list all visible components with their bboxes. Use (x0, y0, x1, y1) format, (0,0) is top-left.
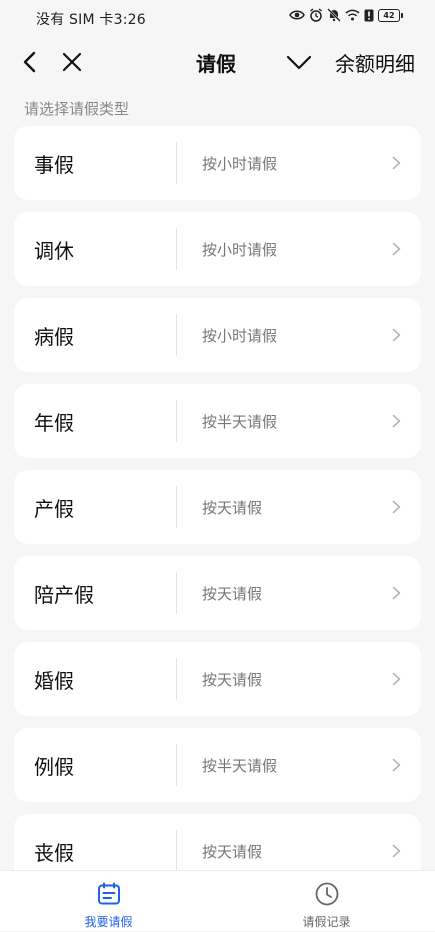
divider (176, 744, 177, 786)
chevron-right-icon (392, 758, 401, 772)
chevron-right-icon (392, 242, 401, 256)
leave-type-card[interactable]: 年假 按半天请假 (14, 384, 421, 458)
status-icons: 42 (289, 8, 403, 22)
chevron-right-icon (392, 844, 401, 858)
alarm-icon (310, 8, 322, 22)
leave-type-name: 年假 (34, 411, 74, 435)
tab-leave-records[interactable]: 请假记录 (218, 871, 435, 932)
chevron-right-icon (392, 500, 401, 514)
divider (176, 830, 177, 872)
leave-type-card[interactable]: 陪产假 按天请假 (14, 556, 421, 630)
tab-label: 我要请假 (84, 915, 133, 929)
divider (176, 658, 177, 700)
leave-mode: 按半天请假 (202, 413, 278, 431)
leave-type-name: 调休 (34, 239, 74, 263)
leave-mode: 按小时请假 (202, 155, 278, 173)
leave-mode: 按小时请假 (202, 327, 278, 345)
divider (176, 228, 177, 270)
leave-type-card[interactable]: 婚假 按天请假 (14, 642, 421, 716)
section-label: 请选择请假类型 (24, 100, 130, 118)
clock-icon (315, 882, 338, 906)
leave-type-name: 病假 (34, 325, 74, 349)
wifi-icon (345, 9, 360, 21)
leave-mode: 按天请假 (202, 499, 263, 517)
chevron-right-icon (392, 156, 401, 170)
leave-mode: 按小时请假 (202, 241, 278, 259)
battery-level: 42 (378, 8, 400, 22)
leave-mode: 按半天请假 (202, 757, 278, 775)
sim-alert-icon (364, 9, 374, 21)
close-icon[interactable] (60, 50, 84, 74)
chevron-right-icon (392, 414, 401, 428)
leave-mode: 按天请假 (202, 585, 263, 603)
tab-apply-leave[interactable]: 我要请假 (0, 871, 217, 932)
balance-detail-button[interactable]: 余额明细 (335, 48, 415, 77)
leave-type-card[interactable]: 病假 按小时请假 (14, 298, 421, 372)
nav-bar: 请假 余额明细 (0, 36, 435, 88)
carrier-time: 没有 SIM 卡3:26 (36, 12, 146, 28)
chevron-right-icon (392, 328, 401, 342)
leave-type-card[interactable]: 事假 按小时请假 (14, 126, 421, 200)
chevron-left-icon[interactable] (18, 50, 42, 74)
page-title: 请假 (196, 52, 236, 76)
leave-type-name: 产假 (34, 497, 74, 521)
leave-type-card[interactable]: 调休 按小时请假 (14, 212, 421, 286)
leave-type-card[interactable]: 产假 按天请假 (14, 470, 421, 544)
divider (176, 486, 177, 528)
leave-mode: 按天请假 (202, 671, 263, 689)
mute-icon (327, 8, 341, 22)
chevron-right-icon (392, 586, 401, 600)
divider (176, 572, 177, 614)
chevron-right-icon (392, 672, 401, 686)
calendar-form-icon (97, 882, 120, 905)
leave-type-card[interactable]: 例假 按半天请假 (14, 728, 421, 802)
chevron-down-icon[interactable] (286, 50, 312, 74)
tab-label: 请假记录 (302, 915, 351, 929)
divider (176, 400, 177, 442)
divider (176, 142, 177, 184)
leave-type-name: 陪产假 (34, 583, 94, 607)
divider (176, 314, 177, 356)
status-bar: 没有 SIM 卡3:26 42 (0, 0, 435, 36)
leave-type-name: 事假 (34, 153, 74, 177)
leave-mode: 按天请假 (202, 843, 263, 861)
battery-icon: 42 (378, 8, 403, 22)
eye-icon (289, 10, 305, 20)
bottom-tab-bar: 我要请假 请假记录 (0, 870, 435, 931)
leave-type-name: 婚假 (34, 669, 74, 693)
leave-type-name: 例假 (34, 755, 74, 779)
leave-type-name: 丧假 (34, 841, 74, 865)
